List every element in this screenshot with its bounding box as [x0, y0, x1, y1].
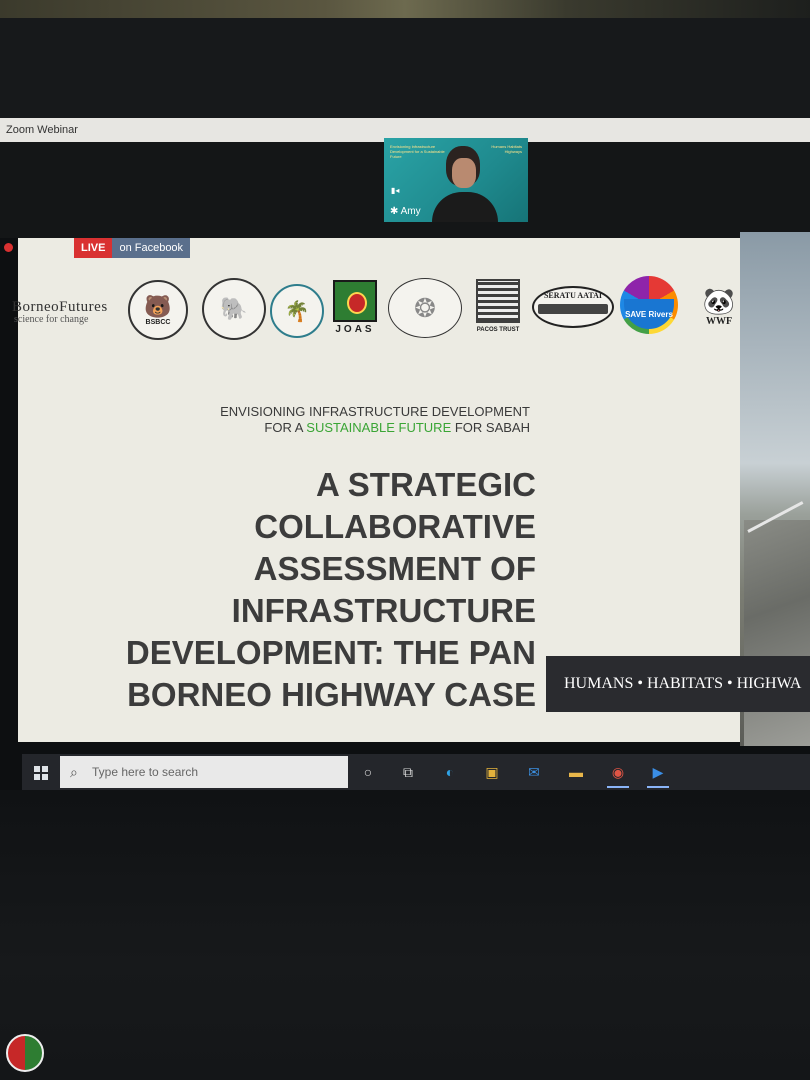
chrome-active-indicator [607, 786, 629, 788]
slide-photo-road [744, 520, 810, 746]
live-badge[interactable]: LIVE on Facebook [74, 238, 191, 258]
live-label: LIVE [74, 238, 113, 258]
environment-logo: 🌴 [270, 284, 324, 338]
search-icon: ⌕ [70, 764, 78, 780]
windows-start-icon[interactable] [34, 766, 48, 780]
seratu-aatai-logo: SERATU AATAI [532, 286, 614, 328]
participant-name: ✱ Amy [390, 206, 421, 217]
recording-icon [4, 243, 13, 252]
field-centre-logo: 🐘 [202, 278, 266, 340]
wwf-logo: 🐼 WWF [702, 285, 736, 327]
pacos-trust-logo: PACOS TRUST [474, 276, 522, 336]
slide-title: A STRATEGIC COLLABORATIVE ASSESSMENT OF … [125, 466, 536, 713]
zoom-app-icon[interactable]: ▶ [648, 762, 668, 782]
video-slide-text: Envisioning Infrastructure Development f… [390, 144, 445, 159]
mail-icon[interactable]: ✉ [524, 762, 544, 782]
video-slide-text-right: Humans Habitats Highways [491, 144, 522, 154]
bsbcc-logo: 🐻 BSBCC [128, 280, 188, 340]
slide-banner: HUMANS • HABITATS • HIGHWA [546, 656, 810, 712]
save-rivers-logo: SAVE Rivers [620, 276, 678, 334]
platform-label: on Facebook [112, 238, 191, 258]
room-background [0, 0, 810, 18]
monitor-bezel [0, 18, 810, 118]
watermark-logo [6, 1034, 44, 1072]
slide-subtitle: ENVISIONING INFRASTRUCTURE DEVELOPMENT F… [220, 404, 530, 435]
borneo-futures-logo: BorneoFutures science for change [12, 299, 108, 325]
cortana-icon[interactable]: ○ [358, 762, 378, 782]
joas-logo: JOAS [332, 278, 378, 336]
file-explorer-icon[interactable]: ▬ [566, 762, 586, 782]
zoom-active-indicator [647, 786, 669, 788]
chrome-icon[interactable]: ◉ [608, 762, 628, 782]
store-icon[interactable]: ▣ [482, 762, 502, 782]
participant-face [452, 158, 476, 188]
panda-icon: 🐼 [702, 285, 736, 316]
task-view-icon[interactable]: ⧉ [398, 762, 418, 782]
network-logo: ❂ [388, 278, 462, 338]
desk-background [0, 790, 810, 1080]
edge-icon[interactable]: ◐ [440, 762, 460, 782]
taskbar-search-input[interactable]: Type here to search [60, 756, 348, 788]
mic-icon: ▮◂ [391, 186, 400, 195]
